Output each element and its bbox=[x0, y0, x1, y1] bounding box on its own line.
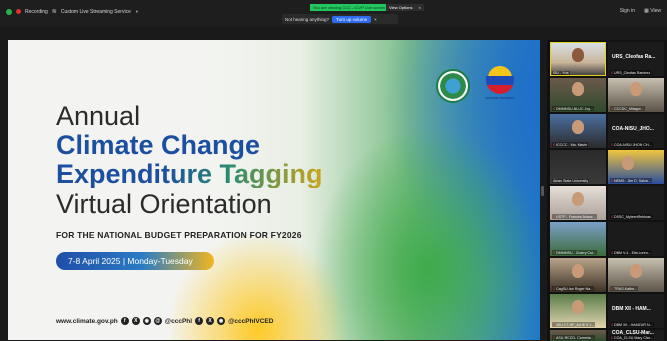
x-icon: X bbox=[131, 317, 140, 325]
panel-resize-handle[interactable] bbox=[541, 186, 544, 196]
mic-muted-icon: ♯ bbox=[611, 70, 613, 75]
participant-tile[interactable]: ♯ CCCDC_Milagro... bbox=[608, 78, 664, 112]
instagram-icon: ◉ bbox=[217, 317, 226, 325]
participant-name: DBM V-4 - Ella Loren... bbox=[614, 250, 651, 255]
logo-caption: BAGONG PILIPINAS bbox=[485, 96, 515, 100]
participant-gallery: ISU - Yna URS_Cleofas Ra... ♯ URS_Cleofas… bbox=[547, 40, 667, 341]
viewing-banner: You are viewing CCC - ICVP Live screen bbox=[310, 4, 389, 11]
participant-tile[interactable]: ♯ TRAS-Kathe... bbox=[608, 258, 664, 292]
participant-tile[interactable]: ♯ URS_Cleofas Ramirez bbox=[608, 66, 664, 76]
mic-muted-icon: ♯ bbox=[611, 335, 613, 340]
date-pill: 7-8 April 2025 | Monday-Tuesday bbox=[56, 252, 214, 270]
status-dot-icon bbox=[6, 8, 12, 15]
slide-title-line-1: Annual bbox=[56, 101, 141, 131]
audio-prompt: Not hearing anything? Turn up volume × bbox=[282, 14, 398, 24]
participant-name-large: URS_Cleofas Ra... bbox=[612, 54, 656, 60]
stream-label: Custom Live Streaming Service bbox=[60, 8, 131, 15]
view-label: View bbox=[650, 8, 661, 14]
footer-handle-2: @cccPhlVCED bbox=[228, 317, 274, 325]
close-icon[interactable]: × bbox=[419, 5, 421, 10]
recording-indicator[interactable]: Recording ≋ Custom Live Streaming Servic… bbox=[6, 8, 139, 15]
grid-icon: ▦ bbox=[644, 8, 649, 14]
participant-tile[interactable]: Aklan State University bbox=[550, 150, 606, 184]
mic-muted-icon: ♯ bbox=[553, 335, 555, 340]
participant-name-large: DBM XII - HAM... bbox=[612, 306, 651, 312]
mic-muted-icon: ♯ bbox=[553, 214, 555, 219]
participant-name: CagSU-Ian Roger Na... bbox=[556, 286, 594, 291]
slide-footer: www.climate.gov.ph f X ◉ @ @cccPhl f X ◉… bbox=[56, 317, 273, 325]
footer-handle-1: @cccPhl bbox=[164, 317, 193, 325]
mic-muted-icon: ♯ bbox=[611, 142, 613, 147]
bagong-pilipinas-logo: BAGONG PILIPINAS bbox=[480, 64, 520, 108]
participant-name: ICCCC - Ma. Mavin bbox=[556, 142, 588, 147]
slide-logos: BAGONG PILIPINAS bbox=[436, 64, 520, 108]
threads-icon: @ bbox=[153, 317, 162, 325]
view-options-label: View Options bbox=[389, 5, 413, 10]
meeting-top-bar: Recording ≋ Custom Live Streaming Servic… bbox=[0, 0, 667, 26]
participant-tile[interactable]: ♯ NEMS - Jim D. Salva... bbox=[608, 150, 664, 184]
participant-name: URS_Cleofas Ramirez bbox=[614, 70, 651, 75]
participant-name: COA-NISU JHON CH... bbox=[614, 142, 652, 147]
footer-url: www.climate.gov.ph bbox=[56, 317, 118, 325]
participant-name: USTP - Frances Arlanz... bbox=[556, 214, 596, 219]
mic-muted-icon: ♯ bbox=[611, 106, 613, 111]
mic-muted-icon: ♯ bbox=[611, 214, 613, 219]
participant-tile[interactable]: COA-NISU_JHO... ♯ COA-NISU JHON CH... bbox=[608, 114, 664, 148]
participant-tile[interactable]: ♯ JSU CT-NF_Ad IE 9 1... bbox=[550, 294, 606, 328]
participant-name: DMMMSU-NLUC Joy... bbox=[556, 106, 593, 111]
view-button[interactable]: ▦ View bbox=[644, 8, 661, 14]
mic-muted-icon: ♯ bbox=[611, 286, 613, 291]
audio-prompt-text: Not hearing anything? bbox=[285, 16, 330, 22]
participant-tile[interactable]: ♯ USTP - Frances Arlanz... bbox=[550, 186, 606, 220]
participant-name: JSU CT-NF_Ad IE 9 1... bbox=[556, 322, 595, 327]
participant-name-large: COA-NISU_JHO... bbox=[612, 126, 654, 132]
participant-tile[interactable]: ISU - Yna bbox=[550, 42, 606, 76]
mic-muted-icon: ♯ bbox=[611, 322, 613, 327]
slide-title-line-2: Climate Change bbox=[56, 130, 261, 160]
mic-muted-icon: ♯ bbox=[553, 322, 555, 327]
chevron-down-icon[interactable]: ▼ bbox=[135, 9, 139, 14]
participant-name: ASU-RCCD- Carmela... bbox=[556, 335, 594, 340]
view-options-button[interactable]: View Options × bbox=[386, 4, 424, 11]
sign-in-link[interactable]: Sign in bbox=[620, 8, 635, 14]
participant-name: ISU - Yna bbox=[553, 71, 569, 75]
participant-name: Aklan State University bbox=[553, 179, 589, 183]
participant-tile[interactable]: ♯ CagSU-Ian Roger Na... bbox=[550, 258, 606, 292]
participant-tile[interactable]: DBM XII - HAM... ♯ DBM XII - HAMZUR N... bbox=[608, 294, 664, 328]
recording-label: Recording bbox=[25, 8, 48, 15]
mic-muted-icon: ♯ bbox=[553, 250, 555, 255]
facebook-icon: f bbox=[195, 317, 204, 325]
participant-name: DSSC_MyleenRebinas bbox=[614, 214, 651, 219]
participant-name: CCCDC_Milagro... bbox=[614, 106, 644, 111]
climate-change-commission-logo bbox=[436, 69, 470, 103]
participant-tile[interactable]: ♯ DBM V-4 - Ella Loren... bbox=[608, 222, 664, 256]
participant-tile[interactable]: ♯ ICCCC - Ma. Mavin bbox=[550, 114, 606, 148]
participant-name: NEMS - Jim D. Salva... bbox=[614, 178, 651, 183]
x-icon: X bbox=[206, 317, 215, 325]
mic-muted-icon: ♯ bbox=[553, 286, 555, 291]
slide-title-line-4: Virtual Orientation bbox=[56, 189, 272, 219]
mic-muted-icon: ♯ bbox=[553, 106, 555, 111]
mic-muted-icon: ♯ bbox=[611, 178, 613, 183]
close-icon[interactable]: × bbox=[374, 17, 377, 22]
participant-name: COA_CLSU Mary Clar... bbox=[614, 335, 653, 340]
facebook-icon: f bbox=[120, 317, 129, 325]
mic-muted-icon: ♯ bbox=[553, 142, 555, 147]
shared-screen-slide: BAGONG PILIPINAS Annual Climate Change E… bbox=[8, 40, 540, 340]
participant-tile[interactable]: COA_CLSU-Mar... ♯ COA_CLSU Mary Clar... bbox=[608, 330, 664, 341]
slide-subtitle: FOR THE NATIONAL BUDGET PREPARATION FOR … bbox=[56, 230, 302, 240]
live-stream-icon: ≋ bbox=[51, 9, 57, 15]
participant-name: DBM XII - HAMZUR N... bbox=[614, 322, 653, 327]
participant-tile[interactable]: ♯ ASU-RCCD- Carmela... bbox=[550, 330, 606, 341]
participant-tile[interactable]: ♯ DSSC_MyleenRebinas bbox=[608, 186, 664, 220]
slide-title-line-3: Expenditure Tagging bbox=[56, 159, 323, 189]
mic-muted-icon: ♯ bbox=[611, 250, 613, 255]
turn-up-volume-button[interactable]: Turn up volume bbox=[332, 15, 372, 23]
participant-name: DMMMSU - Charry Cut... bbox=[556, 250, 597, 255]
participant-name: TRAS-Kathe... bbox=[614, 286, 638, 291]
instagram-icon: ◉ bbox=[142, 317, 151, 325]
participant-tile[interactable]: ♯ DMMMSU-NLUC Joy... bbox=[550, 78, 606, 112]
participant-tile[interactable]: ♯ DMMMSU - Charry Cut... bbox=[550, 222, 606, 256]
record-dot-icon bbox=[16, 9, 21, 14]
